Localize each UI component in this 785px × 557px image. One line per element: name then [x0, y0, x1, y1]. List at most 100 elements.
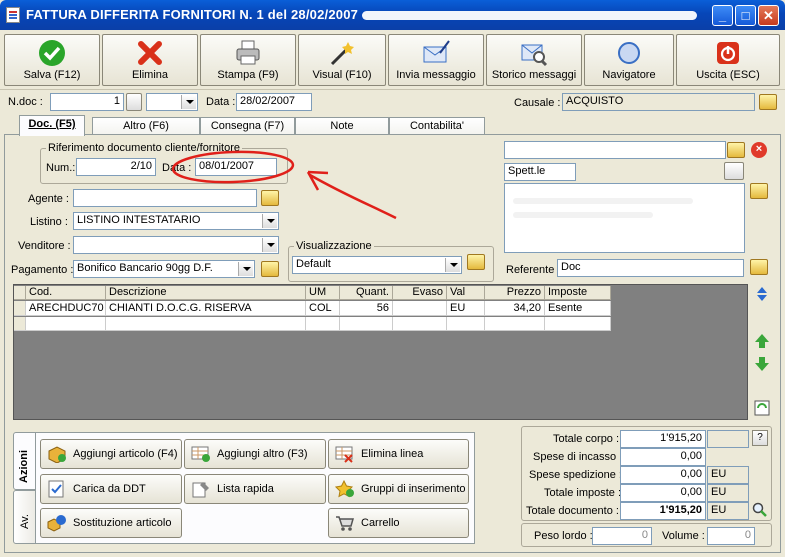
- intestatario-name-input[interactable]: [504, 141, 726, 159]
- col-um[interactable]: UM: [306, 286, 340, 300]
- table-cell[interactable]: [106, 317, 306, 331]
- refresh-grid-icon[interactable]: [753, 399, 771, 417]
- listino-label: Listino :: [30, 216, 68, 228]
- table-cell[interactable]: [340, 317, 393, 331]
- volume-label: Volume :: [662, 530, 705, 542]
- row-indicator: [14, 317, 26, 331]
- table-cell[interactable]: CHIANTI D.O.C.G. RISERVA: [106, 301, 306, 316]
- zoom-icon[interactable]: [752, 502, 768, 518]
- tab-azioni[interactable]: Azioni: [13, 432, 36, 490]
- table-cell[interactable]: [545, 317, 611, 331]
- help-button[interactable]: ?: [752, 430, 768, 446]
- maximize-button[interactable]: □: [735, 5, 756, 26]
- visualizzazione-folder-icon[interactable]: [467, 254, 485, 270]
- referente-folder-icon[interactable]: [750, 259, 768, 275]
- ref-num-input[interactable]: 2/10: [76, 158, 156, 176]
- agente-label: Agente :: [28, 193, 69, 205]
- tab-contabilita[interactable]: Contabilita': [389, 117, 485, 135]
- table-cell[interactable]: [447, 317, 485, 331]
- table-cell[interactable]: 56: [340, 301, 393, 316]
- referente-input[interactable]: Doc: [557, 259, 744, 277]
- tab-av[interactable]: Av.: [13, 490, 36, 544]
- col-cod[interactable]: Cod.: [26, 286, 106, 300]
- table-cell[interactable]: [306, 317, 340, 331]
- totale-imposte-field[interactable]: 0,00: [620, 484, 706, 502]
- arrow-up-icon[interactable]: [753, 332, 771, 350]
- insert-groups-button[interactable]: Gruppi di inserimento: [328, 474, 469, 504]
- spese-incasso-field[interactable]: 0,00: [620, 448, 706, 466]
- table-cell[interactable]: [485, 317, 545, 331]
- pagamento-folder-icon[interactable]: [261, 261, 279, 277]
- col-prezzo[interactable]: Prezzo: [485, 286, 545, 300]
- exit-button[interactable]: Uscita (ESC): [676, 34, 780, 86]
- load-ddt-button[interactable]: Carica da DDT: [40, 474, 182, 504]
- tab-consegna[interactable]: Consegna (F7): [200, 117, 295, 135]
- print-button[interactable]: Stampa (F9): [200, 34, 296, 86]
- delete-button[interactable]: Elimina: [102, 34, 198, 86]
- table-cell[interactable]: [393, 317, 447, 331]
- col-descrizione[interactable]: Descrizione: [106, 286, 306, 300]
- volume-field[interactable]: 0: [707, 527, 755, 545]
- table-cell[interactable]: Esente: [545, 301, 611, 316]
- table-cell[interactable]: 34,20: [485, 301, 545, 316]
- chevron-down-icon: [181, 95, 196, 109]
- tab-doc[interactable]: Doc. (F5): [19, 115, 85, 136]
- message-history-button[interactable]: Storico messaggi: [486, 34, 582, 86]
- agente-folder-icon[interactable]: [261, 190, 279, 206]
- ndoc-input[interactable]: 1: [50, 93, 124, 111]
- listino-select[interactable]: LISTINO INTESTATARIO: [73, 212, 279, 230]
- search-icon[interactable]: [724, 162, 744, 180]
- agente-input[interactable]: [73, 189, 257, 207]
- ref-num-label: Num.:: [46, 162, 76, 174]
- app-icon: [6, 7, 20, 23]
- causale-field[interactable]: ACQUISTO: [562, 93, 755, 111]
- folder-icon[interactable]: [759, 94, 777, 110]
- col-evaso[interactable]: Evaso: [393, 286, 447, 300]
- clear-icon[interactable]: ×: [751, 142, 767, 158]
- pagamento-select[interactable]: Bonifico Bancario 90gg D.F.: [73, 260, 255, 278]
- minimize-button[interactable]: _: [712, 5, 733, 26]
- quick-list-button[interactable]: Lista rapida: [184, 474, 326, 504]
- col-imposte[interactable]: Imposte: [545, 286, 611, 300]
- spese-spedizione-field[interactable]: 0,00: [620, 466, 706, 484]
- replace-article-button[interactable]: Sostituzione articolo: [40, 508, 182, 538]
- tab-altro[interactable]: Altro (F6): [92, 117, 200, 135]
- add-article-icon: [48, 446, 66, 463]
- col-quant[interactable]: Quant.: [340, 286, 393, 300]
- cart-button[interactable]: Carrello: [328, 508, 469, 538]
- printer-icon: [236, 40, 260, 65]
- table-cell[interactable]: [393, 301, 447, 316]
- venditore-label: Venditore :: [18, 240, 71, 252]
- tab-note[interactable]: Note: [295, 117, 389, 135]
- col-val[interactable]: Val: [447, 286, 485, 300]
- ndoc-lookup-button[interactable]: [126, 93, 142, 111]
- totale-corpo-currency: [707, 430, 749, 448]
- add-article-button[interactable]: Aggiungi articolo (F4): [40, 439, 182, 469]
- intestatario-folder-icon[interactable]: [727, 142, 745, 158]
- table-cell[interactable]: [26, 317, 106, 331]
- visual-button[interactable]: Visual (F10): [298, 34, 386, 86]
- arrow-down-icon[interactable]: [753, 355, 771, 373]
- peso-lordo-field[interactable]: 0: [592, 527, 652, 545]
- address-textarea[interactable]: [504, 183, 745, 253]
- table-cell[interactable]: ARECHDUC70: [26, 301, 106, 316]
- venditore-select[interactable]: [73, 236, 279, 254]
- row-indicator: [14, 301, 26, 316]
- save-button[interactable]: Salva (F12): [4, 34, 100, 86]
- spett-field[interactable]: Spett.le: [504, 163, 576, 181]
- title-bar: FATTURA DIFFERITA FORNITORI N. 1 del 28/…: [0, 0, 785, 30]
- move-up-down-icon[interactable]: [753, 285, 771, 303]
- close-button[interactable]: ✕: [758, 5, 779, 26]
- add-other-button[interactable]: Aggiungi altro (F3): [184, 439, 326, 469]
- date-input[interactable]: 28/02/2007: [236, 93, 312, 111]
- delete-line-button[interactable]: Elimina linea: [328, 439, 469, 469]
- send-message-button[interactable]: Invia messaggio: [388, 34, 484, 86]
- visualizzazione-select[interactable]: Default: [292, 256, 462, 274]
- address-folder-icon[interactable]: [750, 183, 768, 199]
- ndoc-suffix-select[interactable]: [146, 93, 198, 111]
- table-cell[interactable]: EU: [447, 301, 485, 316]
- navigator-button[interactable]: Navigatore: [584, 34, 674, 86]
- totale-documento-field[interactable]: 1'915,20: [620, 502, 706, 520]
- totale-corpo-field[interactable]: 1'915,20: [620, 430, 706, 448]
- table-cell[interactable]: COL: [306, 301, 340, 316]
